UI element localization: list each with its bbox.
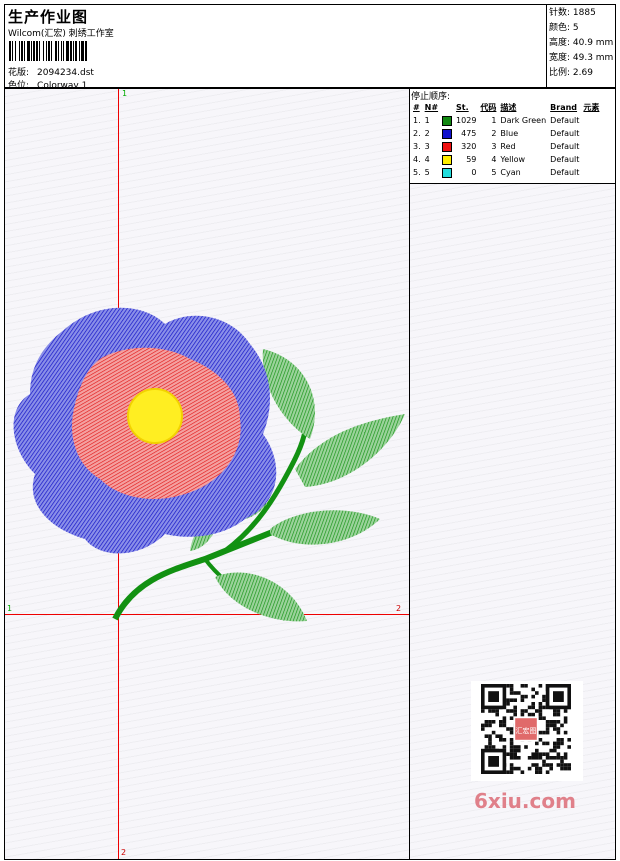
- row-description: Dark Green: [500, 116, 547, 125]
- company-name: Wilcom(汇宏) 刺绣工作室: [8, 29, 114, 39]
- leaf-top: [262, 349, 315, 439]
- row-stitches: 59: [466, 155, 477, 164]
- header-panel: 生产作业图 Wilcom(汇宏) 刺绣工作室 花版: 2094234.dst 色位…: [4, 4, 616, 91]
- row-description: Yellow: [500, 155, 526, 164]
- row-stitches: 1029: [456, 116, 477, 125]
- production-worksheet: 生产作业图 Wilcom(汇宏) 刺绣工作室 花版: 2094234.dst 色位…: [0, 0, 620, 861]
- row-needle: 1: [424, 116, 430, 125]
- stitch-count: 针数: 1885: [549, 8, 596, 18]
- thread-row: 3. 3 320 3 Red Default: [411, 140, 601, 153]
- col-needle-header: N#: [424, 103, 439, 112]
- row-code: 2: [491, 129, 497, 138]
- qr-code-image: 汇宏图: [471, 681, 583, 781]
- col-stitches-header: St.: [456, 103, 469, 112]
- embroidery-flower-image: [13, 307, 405, 622]
- col-index-header: #: [413, 103, 420, 112]
- color-swatch: [442, 141, 453, 152]
- row-brand: Default: [550, 129, 580, 138]
- row-description: Red: [500, 142, 516, 151]
- row-needle: 4: [424, 155, 430, 164]
- row-code: 3: [491, 142, 497, 151]
- design-file-label: 花版:: [8, 68, 30, 78]
- thread-panel: 停止顺序: # N# St. 代码 描述 Brand 元素 1. 1 1029 …: [409, 88, 616, 860]
- row-code: 5: [491, 168, 497, 177]
- flower-center: [127, 388, 183, 444]
- thread-row: 2. 2 475 2 Blue Default: [411, 127, 601, 140]
- color-count: 颜色: 5: [549, 23, 579, 33]
- col-description-header: 描述: [500, 103, 517, 112]
- design-file-row: 花版: 2094234.dst: [8, 65, 94, 78]
- color-swatch: [442, 167, 453, 178]
- page-title: 生产作业图: [8, 8, 89, 26]
- row-brand: Default: [550, 116, 580, 125]
- row-index: 3.: [413, 142, 421, 151]
- col-element-header: 元素: [583, 103, 600, 112]
- thread-row: 5. 5 0 5 Cyan Default: [411, 166, 601, 179]
- site-watermark: 6xiu.com: [474, 789, 576, 813]
- barcode-image: [9, 41, 87, 61]
- row-brand: Default: [550, 142, 580, 151]
- thread-table: # N# St. 代码 描述 Brand 元素 1. 1 1029 1 Dark…: [411, 101, 601, 179]
- design-ratio: 比例: 2.69: [549, 68, 593, 78]
- row-brand: Default: [550, 155, 580, 164]
- row-index: 4.: [413, 155, 421, 164]
- row-stitches: 0: [471, 168, 477, 177]
- design-height: 高度: 40.9 mm: [549, 38, 614, 48]
- leaf-middle: [270, 510, 380, 545]
- row-needle: 2: [424, 129, 430, 138]
- row-needle: 3: [424, 142, 430, 151]
- row-description: Blue: [500, 129, 519, 138]
- row-index: 5.: [413, 168, 421, 177]
- color-swatch: [442, 128, 453, 139]
- stop-sequence-box: 停止顺序: # N# St. 代码 描述 Brand 元素 1. 1 1029 …: [410, 89, 615, 184]
- col-brand-header: Brand: [550, 103, 578, 112]
- top-guide-marker: 1: [122, 89, 128, 98]
- leaf-bottom: [215, 572, 307, 622]
- row-index: 2.: [413, 129, 421, 138]
- thread-row: 1. 1 1029 1 Dark Green Default: [411, 114, 601, 127]
- design-preview-area: 1 1 2 2: [4, 88, 410, 860]
- row-needle: 5: [424, 168, 430, 177]
- row-description: Cyan: [500, 168, 521, 177]
- qr-stamp-label: 汇宏图: [516, 726, 537, 735]
- stats-panel: 针数: 1885 颜色: 5 高度: 40.9 mm 宽度: 49.3 mm 比…: [546, 5, 615, 88]
- color-swatch: [442, 154, 453, 165]
- thread-row: 4. 4 59 4 Yellow Default: [411, 153, 601, 166]
- row-stitches: 475: [461, 129, 477, 138]
- thread-table-header: # N# St. 代码 描述 Brand 元素: [411, 101, 601, 114]
- row-code: 4: [491, 155, 497, 164]
- row-index: 1.: [413, 116, 421, 125]
- design-file-value: 2094234.dst: [37, 68, 94, 78]
- col-code-header: 代码: [480, 103, 497, 112]
- row-brand: Default: [550, 168, 580, 177]
- design-width: 宽度: 49.3 mm: [549, 53, 614, 63]
- color-swatch: [442, 115, 453, 126]
- bottom-guide-marker: 2: [121, 848, 127, 857]
- row-stitches: 320: [461, 142, 477, 151]
- row-code: 1: [491, 116, 497, 125]
